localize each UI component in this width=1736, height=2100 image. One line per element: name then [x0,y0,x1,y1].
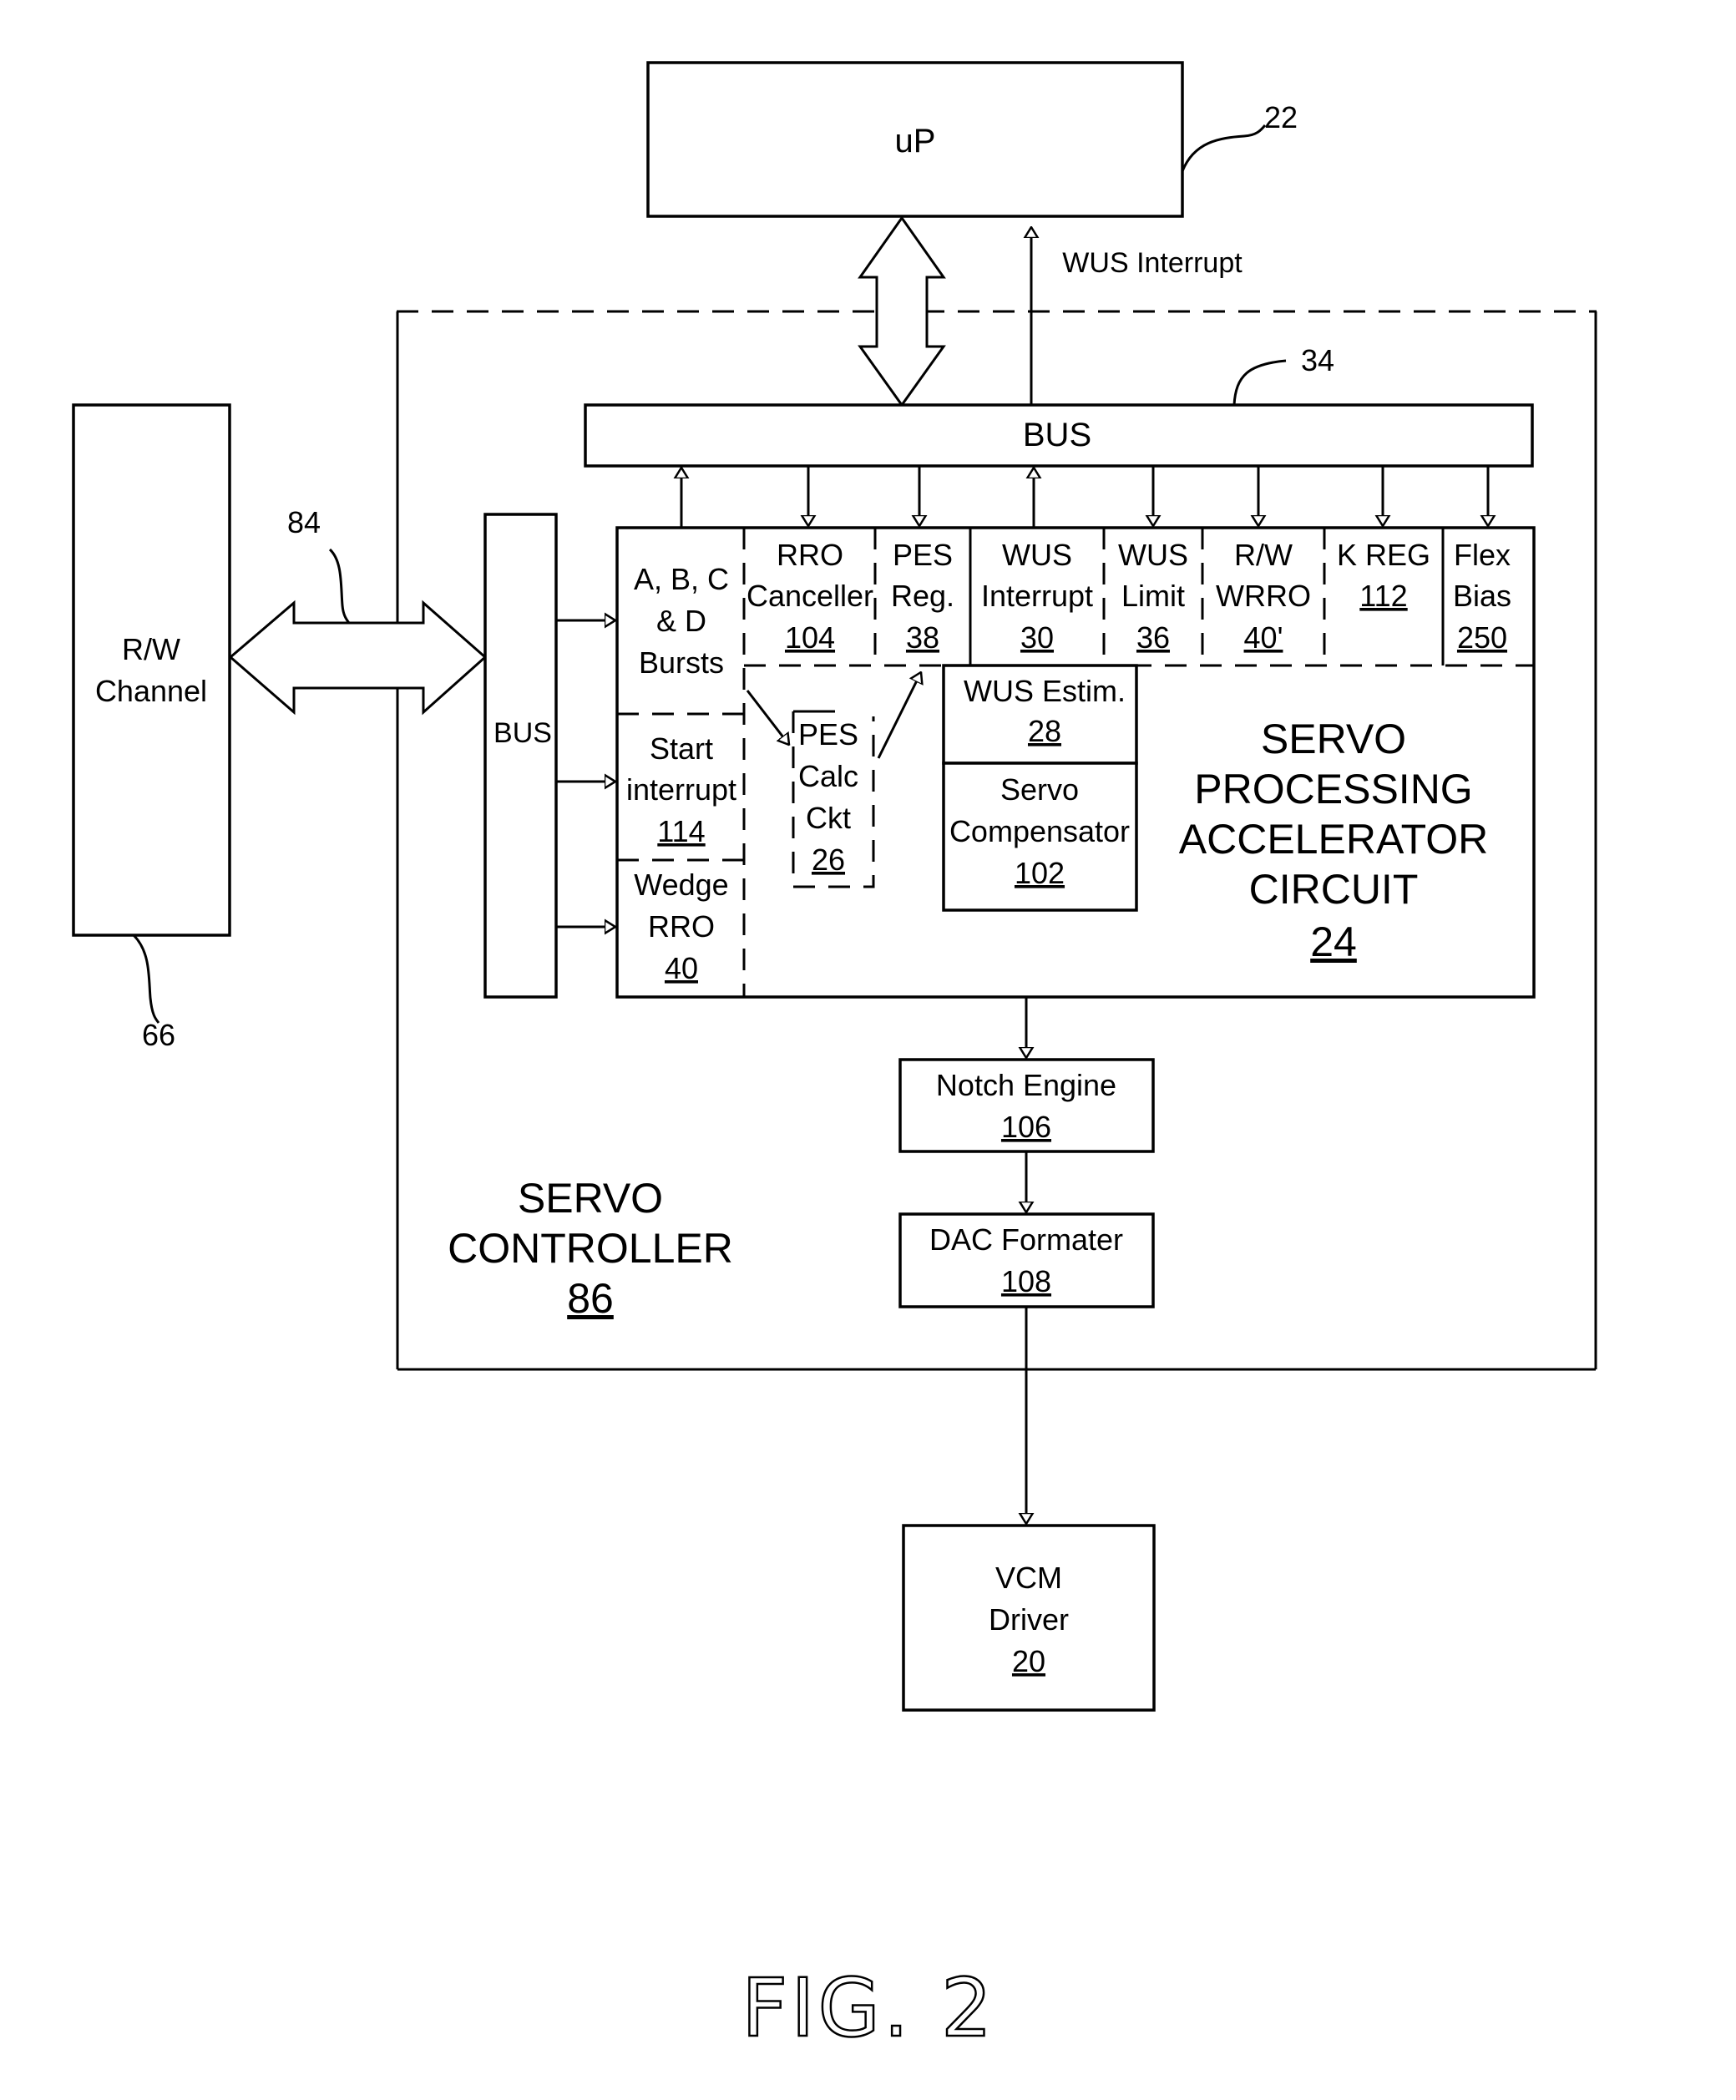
servo-controller-line1: SERVO [518,1175,663,1222]
rw-channel-block: R/W Channel [72,403,231,937]
rw-channel-ref: 66 [142,1018,175,1052]
bus-arrows [681,466,1488,528]
dac-ref: 108 [1001,1264,1051,1298]
notch-engine-block: Notch Engine 106 [898,1058,1155,1153]
dac-label: DAC Formater [929,1222,1123,1257]
register-ref: 38 [906,620,939,655]
wus-interrupt-signal-label: WUS Interrupt [1062,247,1243,279]
register-line-1: RRO [777,538,843,572]
servo-comp-line1: Servo [1000,772,1079,807]
wus-estim-ref: 28 [1028,714,1061,748]
wedge-rro-ref: 40 [665,951,698,985]
wus-estim-block: WUS Estim. 28 [942,664,1138,765]
dac-formater-block: DAC Formater 108 [898,1212,1155,1308]
vcm-line1: VCM [995,1561,1062,1595]
register-line-1: WUS [1002,538,1072,572]
link-ref: 84 [287,505,321,539]
register-line-1: PES [893,538,953,572]
register-ref: 104 [785,620,835,655]
bursts-line3: Bursts [639,645,724,680]
pes-calc-line3: Ckt [806,801,851,835]
notch-ref: 106 [1001,1110,1051,1144]
register-cell: Flex Bias 250 [1453,538,1511,655]
accelerator-line3: ACCELERATOR [1179,816,1488,863]
left-bus: BUS [483,513,558,999]
accelerator-line1: SERVO [1261,716,1406,762]
register-line-2: Reg. [891,579,954,613]
servo-compensator-block: Servo Compensator 102 [942,762,1138,912]
up-label: uP [895,123,936,159]
register-line-1: Flex [1454,538,1511,572]
accelerator-line4: CIRCUIT [1249,866,1419,913]
register-ref: 36 [1136,620,1170,655]
start-interrupt-ref: 114 [657,814,705,848]
main-bus: BUS [584,403,1534,468]
wus-estim-label: WUS Estim. [964,674,1126,708]
vcm-line2: Driver [989,1602,1069,1637]
register-line-2: Canceller [747,579,873,613]
register-ref: 30 [1020,620,1054,655]
notch-label: Notch Engine [936,1068,1116,1102]
left-bus-label: BUS [493,717,552,749]
vcm-driver-block: VCM Driver 20 [902,1524,1156,1712]
servo-controller-line2: CONTROLLER [448,1225,733,1272]
register-line-2: Interrupt [981,579,1093,613]
main-bus-ref: 34 [1301,343,1334,377]
pes-calc-ref: 26 [812,843,845,877]
up-ref: 22 [1264,100,1298,134]
register-line-2: WRRO [1216,579,1311,613]
rw-bus-double-arrow [228,600,488,716]
rw-channel-line2: Channel [95,674,207,708]
servo-controller-label: SERVO CONTROLLER 86 [448,1175,733,1322]
bursts-line1: A, B, C [634,562,729,596]
start-interrupt-line1: Start [650,731,713,766]
main-bus-ref-leader [1232,359,1287,406]
servo-comp-line2: Compensator [949,814,1130,848]
bursts-line2: & D [656,604,706,638]
register-ref: 250 [1457,620,1507,655]
rw-channel-line1: R/W [122,632,180,666]
register-line-1: R/W [1234,538,1293,572]
servo-comp-ref: 102 [1015,856,1065,890]
wedge-rro-line1: Wedge [634,868,728,902]
pes-calc-line1: PES [798,717,858,751]
accelerator-ref: 24 [1310,918,1357,965]
wedge-rro-line2: RRO [648,909,715,944]
register-ref: 40' [1244,620,1283,655]
figure-label: FIG. 2 [741,1961,995,2055]
register-line-1: WUS [1118,538,1188,572]
register-line-1: K REG [1337,538,1430,572]
link-ref-leader [328,548,351,624]
accelerator-line2: PROCESSING [1194,766,1472,812]
pes-calc-line2: Calc [798,759,858,793]
servo-block-diagram: uP 22 WUS Interrupt BUS 34 R/W Channel 6… [72,61,1597,2056]
up-ref-leader [1181,124,1267,172]
start-interrupt-line2: interrupt [626,772,736,807]
register-line-2: Bias [1453,579,1511,613]
main-bus-label: BUS [1023,417,1091,453]
up-block: uP [646,61,1184,218]
servo-controller-ref: 86 [567,1275,614,1322]
rw-channel-ref-leader [132,934,160,1024]
register-ref: 112 [1359,579,1407,613]
vcm-ref: 20 [1012,1644,1045,1678]
register-line-2: Limit [1121,579,1185,613]
